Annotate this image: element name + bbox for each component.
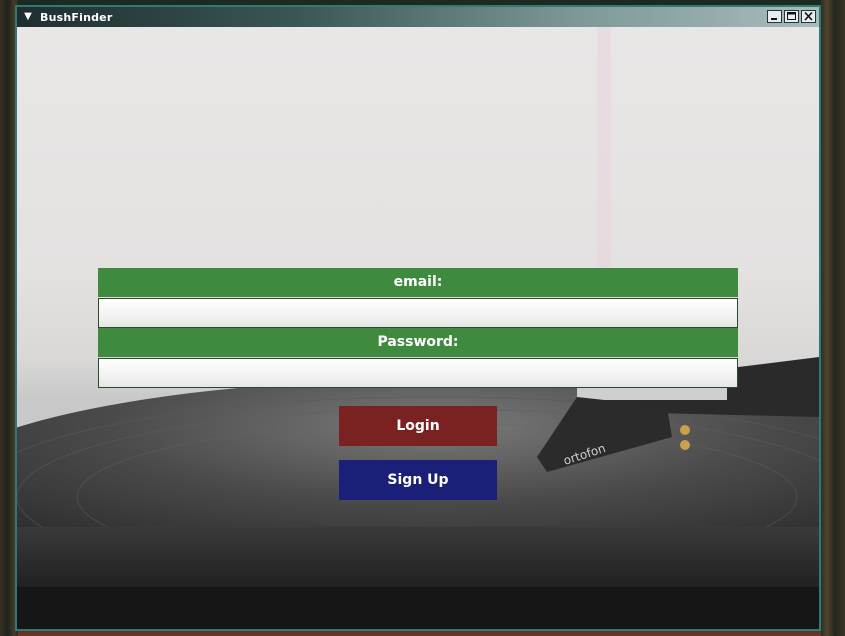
app-window: ▼ BushFinder ortofon email: Password: Lo… <box>15 5 821 631</box>
maximize-icon <box>787 12 796 20</box>
maximize-button[interactable] <box>784 10 799 23</box>
password-label: Password: <box>98 328 738 357</box>
email-field[interactable] <box>98 298 738 328</box>
window-title: BushFinder <box>40 10 113 24</box>
login-button[interactable]: Login <box>339 406 497 446</box>
signup-button[interactable]: Sign Up <box>339 460 497 500</box>
close-button[interactable] <box>801 10 816 23</box>
login-view: ortofon email: Password: Login Sign Up <box>17 27 819 629</box>
title-bar[interactable]: ▼ BushFinder <box>17 7 819 27</box>
minimize-button[interactable] <box>767 10 782 23</box>
close-icon <box>804 11 813 21</box>
minimize-icon <box>771 18 777 20</box>
password-field[interactable] <box>98 358 738 388</box>
email-label: email: <box>98 268 738 297</box>
app-icon: ▼ <box>24 11 32 22</box>
window-controls <box>767 10 816 23</box>
